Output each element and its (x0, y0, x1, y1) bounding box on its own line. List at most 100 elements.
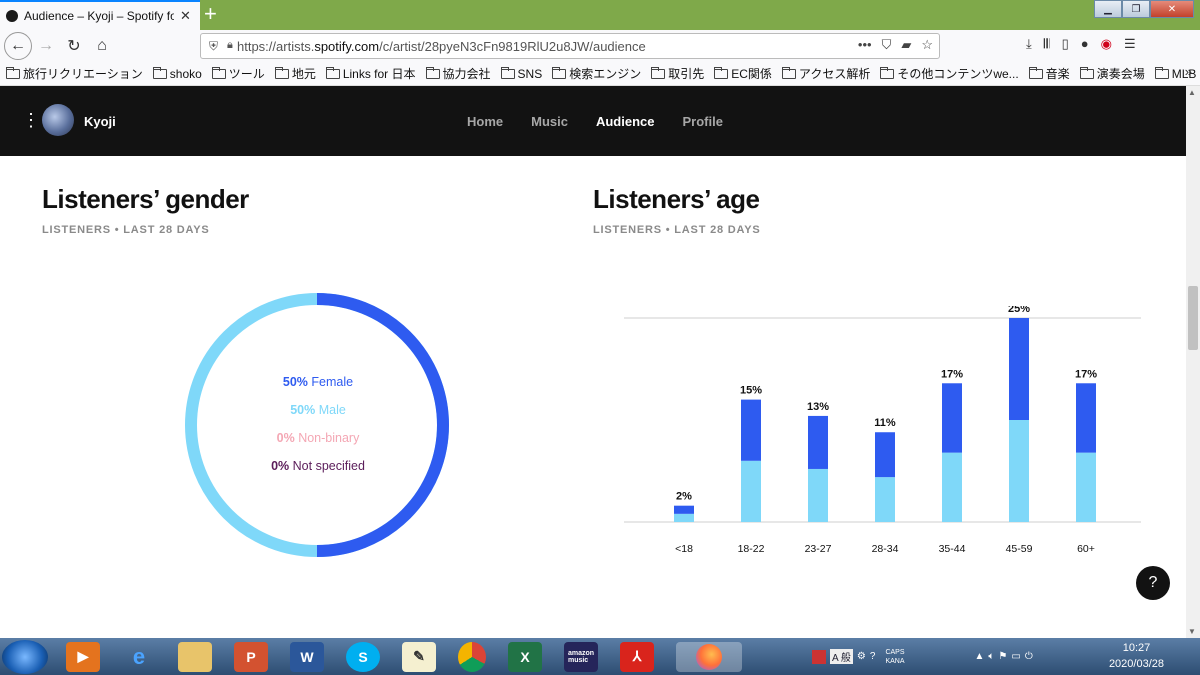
browser-tab[interactable]: Audience – Kyoji – Spotify for Artists ✕ (0, 0, 200, 30)
amazon-music-icon[interactable]: amazon music (564, 641, 598, 672)
shield-icon[interactable]: ⛨ (209, 39, 218, 54)
age-title: Listeners’ age (593, 184, 760, 214)
skype-icon[interactable]: S (346, 641, 380, 672)
folder-icon (552, 66, 567, 79)
tray-app-icon[interactable] (812, 649, 826, 664)
notepad-icon[interactable]: ✎ (402, 641, 436, 672)
legend-non-binary: 0% Non-binary (276, 431, 360, 445)
screenshot-icon[interactable]: ▰ (901, 37, 911, 53)
folder-icon (425, 66, 440, 79)
volume-icon[interactable]: 🔈︎ (988, 651, 994, 662)
powerpoint-icon[interactable]: P (234, 641, 268, 672)
nav-audience[interactable]: Audience (596, 114, 655, 129)
bookmark-label: shoko (169, 66, 202, 81)
url-text: https://artists.spotify.com/c/artist/28p… (237, 38, 646, 54)
lock-icon[interactable]: 🔒︎ (227, 39, 233, 52)
bar-segment-upper (674, 505, 694, 514)
power-icon[interactable]: ⏻ (1025, 651, 1033, 662)
vertical-scrollbar[interactable]: ▲ ▼ (1186, 86, 1200, 638)
scroll-up-icon[interactable]: ▲ (1188, 88, 1196, 97)
help-tray-icon[interactable]: ? (870, 651, 876, 662)
ime-icon[interactable]: A 般 (830, 649, 853, 664)
menu-icon[interactable]: ☰ (1124, 36, 1136, 52)
new-tab-button[interactable]: + (204, 2, 217, 26)
maximize-button[interactable]: ❐ (1122, 0, 1150, 18)
x-tick-label: 35-44 (939, 543, 966, 555)
sidebar-icon[interactable]: ▯ (1062, 36, 1069, 52)
acrobat-icon[interactable]: ⅄ (620, 641, 654, 672)
avatar[interactable] (42, 104, 74, 136)
chrome-icon[interactable] (458, 641, 486, 672)
x-tick-label: 23-27 (805, 543, 832, 555)
x-tick-label: 45-59 (1006, 543, 1033, 555)
bookmark-item[interactable]: アクセス解析 (781, 65, 870, 82)
back-button[interactable]: ← (4, 32, 32, 60)
library-icon[interactable]: 𝄃𝄃 (1044, 36, 1050, 52)
bookmark-item[interactable]: その他コンテンツwe... (880, 65, 1019, 82)
tray-tools-icon[interactable]: ⚙ (857, 651, 866, 662)
bar-value-label: 15% (740, 385, 762, 397)
windows-taskbar: ▶ e P W S ✎ X amazon music ⅄ A 般 ⚙ ? CAPS… (0, 638, 1200, 675)
account-icon[interactable]: ● (1081, 36, 1089, 52)
downloads-icon[interactable]: ⤓ (1026, 36, 1032, 52)
nav-home[interactable]: Home (467, 114, 503, 129)
folder-icon (1028, 66, 1043, 79)
bookmark-item[interactable]: ツール (211, 65, 265, 82)
artist-name[interactable]: Kyoji (84, 114, 116, 129)
nav-profile[interactable]: Profile (682, 114, 722, 129)
bookmark-item[interactable]: shoko (152, 66, 202, 81)
close-window-button[interactable]: ✕ (1150, 0, 1194, 18)
home-button[interactable]: ⌂ (88, 32, 116, 60)
internet-explorer-icon[interactable]: e (122, 642, 156, 672)
bar-segment-lower (875, 477, 895, 522)
folder-icon (714, 66, 729, 79)
close-tab-icon[interactable]: ✕ (180, 8, 191, 24)
help-button[interactable]: ? (1136, 566, 1170, 600)
bar-segment-lower (674, 513, 694, 522)
taskbar-clock[interactable]: 10:27 2020/03/28 (1109, 640, 1164, 672)
system-tray: A 般 ⚙ ? CAPS KANA ▲ 🔈︎ ⚑ ▭ ⏻ (812, 638, 1033, 675)
media-player-icon[interactable]: ▶ (66, 641, 100, 672)
bookmark-item[interactable]: 検索エンジン (552, 65, 641, 82)
bookmark-item[interactable]: 地元 (274, 65, 316, 82)
spotify-icon (6, 10, 18, 22)
firefox-icon[interactable] (676, 641, 742, 672)
reload-button[interactable]: ↻ (60, 32, 88, 60)
pocket-icon[interactable]: ⛉ (882, 37, 892, 53)
address-bar[interactable]: ⛨ 🔒︎ https://artists.spotify.com/c/artis… (200, 33, 940, 59)
scroll-down-icon[interactable]: ▼ (1188, 627, 1196, 636)
bookmark-star-icon[interactable]: ☆ (921, 37, 933, 53)
bookmark-item[interactable]: 協力会社 (425, 65, 491, 82)
folder-icon (1079, 66, 1094, 79)
bookmark-item[interactable]: EC関係 (714, 65, 772, 82)
start-button[interactable] (2, 639, 48, 674)
bookmark-item[interactable]: Links for 日本 (325, 65, 416, 82)
bookmark-label: SNS (517, 66, 543, 81)
excel-icon[interactable]: X (508, 641, 542, 672)
bookmark-item[interactable]: 音楽 (1028, 65, 1070, 82)
forward-button[interactable]: → (32, 32, 60, 60)
extension-icon[interactable]: ◉ (1101, 36, 1112, 52)
folder-icon (211, 66, 226, 79)
bookmark-item[interactable]: 取引先 (651, 65, 704, 82)
word-icon[interactable]: W (290, 641, 324, 672)
bookmark-item[interactable]: 演奏会場 (1079, 65, 1145, 82)
more-actions-icon[interactable]: ••• (858, 37, 872, 53)
kebab-menu-icon[interactable]: ⋮ (22, 110, 40, 130)
minimize-button[interactable]: ▁ (1094, 0, 1122, 18)
bookmark-item[interactable]: SNS (500, 66, 543, 81)
scrollbar-thumb[interactable] (1188, 286, 1198, 350)
legend-male: 50% Male (290, 403, 346, 417)
file-explorer-icon[interactable] (178, 641, 212, 672)
network-icon[interactable]: ▭ (1011, 651, 1020, 662)
nav-music[interactable]: Music (531, 114, 568, 129)
show-hidden-icon[interactable]: ▲ (975, 651, 985, 662)
bookmarks-overflow-icon[interactable]: » (1185, 64, 1192, 79)
folder-icon (152, 66, 167, 79)
age-bar-chart: 2% <18 15% 18-22 13% 23-27 11% 28-34 17% 35-44 25%… (624, 306, 1141, 555)
flag-icon[interactable]: ⚑ (998, 651, 1007, 662)
bookmark-item[interactable]: 旅行リクリエーション (6, 65, 143, 82)
bookmarks-toolbar: 旅行リクリエーション shoko ツール 地元 Links for 日本 協力会社 SNS 検… (0, 62, 1200, 86)
clock-date: 2020/03/28 (1108, 658, 1164, 670)
legend-not-specified: 0% Not specified (271, 459, 365, 473)
